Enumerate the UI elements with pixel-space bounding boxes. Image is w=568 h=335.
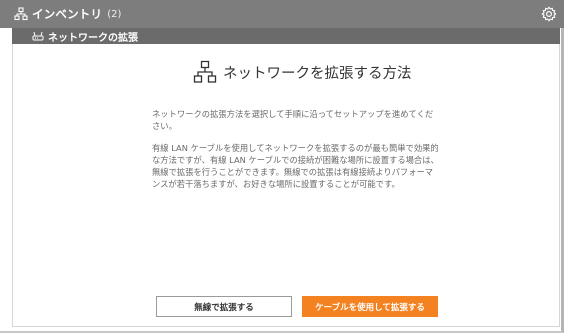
- page-heading: ネットワークを拡張する方法: [193, 59, 412, 85]
- description: ネットワークの拡張方法を選択して手順に沿ってセットアップを進めてください。 有線…: [152, 108, 441, 200]
- instruction-text: ネットワークの拡張方法を選択して手順に沿ってセットアップを進めてください。: [152, 109, 434, 132]
- router-icon: [32, 31, 44, 41]
- top-bar: インベントリ (2): [0, 0, 564, 28]
- inventory-title: インベントリ: [32, 7, 103, 21]
- extend-wireless-button[interactable]: 無線で拡張する: [156, 296, 292, 317]
- network-topology-icon: [193, 60, 217, 84]
- network-topology-icon: [14, 7, 28, 21]
- gear-icon[interactable]: [540, 5, 558, 23]
- sub-header-bar: ネットワークの拡張: [12, 28, 560, 44]
- extend-cable-button[interactable]: ケーブルを使用して拡張する: [302, 296, 438, 317]
- explanation-text: 有線 LAN ケーブルを使用してネットワークを拡張するのが最も簡単で効果的な方法…: [152, 142, 439, 190]
- inventory-count: (2): [107, 8, 122, 20]
- sub-header-title: ネットワークの拡張: [48, 32, 138, 44]
- content-panel: ネットワークを拡張する方法 ネットワークの拡張方法を選択して手順に沿ってセットア…: [12, 44, 560, 327]
- page-title: ネットワークを拡張する方法: [223, 65, 412, 82]
